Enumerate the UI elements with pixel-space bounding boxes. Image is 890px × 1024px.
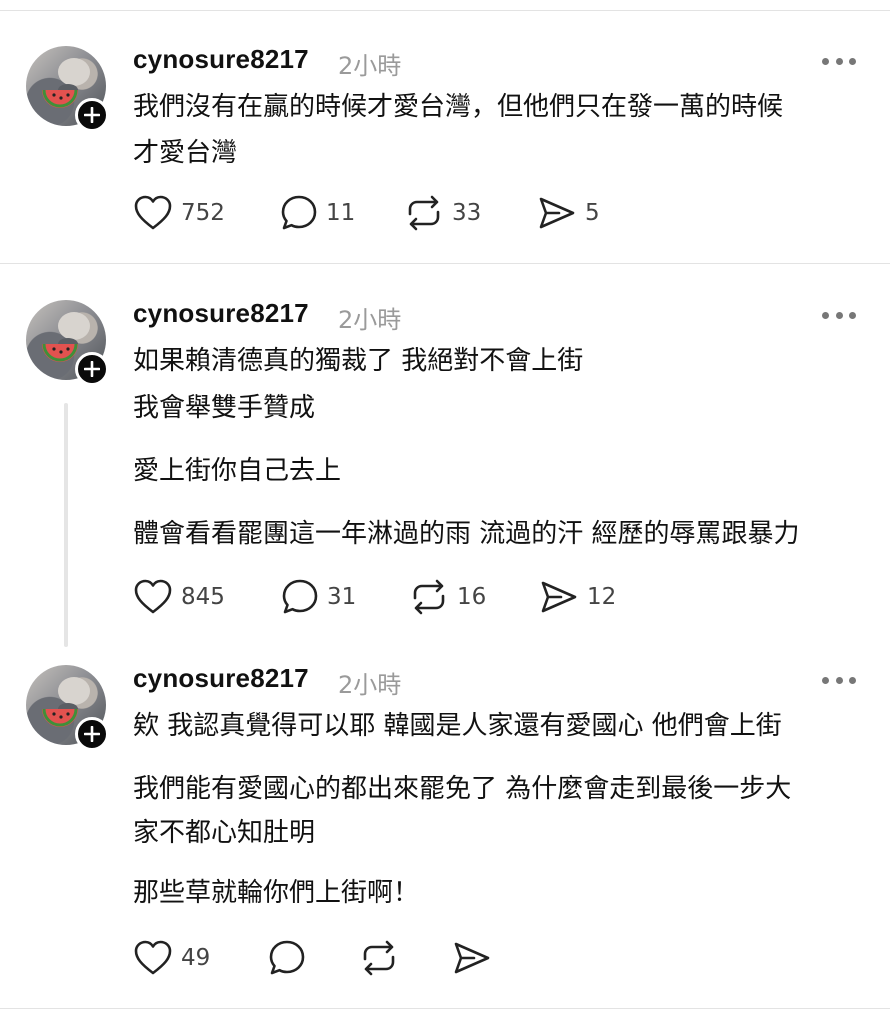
post-text-line: 我們沒有在贏的時候才愛台灣，但他們只在發一萬的時候 — [133, 92, 784, 122]
plus-icon — [84, 726, 100, 742]
repost-button[interactable]: 33 — [404, 194, 481, 232]
comment-icon — [269, 940, 305, 975]
share-count: 12 — [587, 584, 617, 610]
share-icon — [539, 197, 575, 229]
like-button[interactable]: 49 — [133, 939, 210, 977]
comment-button[interactable]: 31 — [281, 578, 356, 616]
repost-button[interactable] — [359, 939, 399, 977]
like-count: 845 — [181, 584, 225, 610]
comment-button[interactable]: 11 — [280, 194, 355, 232]
follow-button[interactable] — [75, 98, 109, 132]
heart-icon — [134, 195, 172, 230]
share-icon — [454, 942, 490, 974]
thread-line — [64, 403, 68, 647]
post-text-line: 家不都心知肚明 — [133, 818, 316, 848]
comment-count: 31 — [327, 584, 357, 610]
more-icon[interactable] — [822, 55, 856, 67]
comment-icon — [281, 195, 317, 230]
heart-icon — [134, 579, 172, 614]
comment-button[interactable] — [268, 939, 306, 977]
timestamp: 2小時 — [338, 52, 402, 80]
repost-icon — [413, 579, 445, 615]
username[interactable]: cynosure8217 — [133, 298, 309, 329]
username[interactable]: cynosure8217 — [133, 663, 309, 694]
share-count: 5 — [585, 200, 600, 226]
like-count: 49 — [181, 945, 211, 971]
heart-icon — [134, 940, 172, 975]
top-divider — [0, 10, 890, 11]
post-text-line: 我會舉雙手贊成 — [133, 393, 316, 423]
repost-icon — [363, 940, 395, 976]
like-button[interactable]: 845 — [133, 578, 225, 616]
share-button[interactable]: 5 — [537, 194, 600, 232]
repost-icon — [408, 195, 440, 231]
share-button[interactable] — [452, 939, 492, 977]
follow-button[interactable] — [75, 352, 109, 386]
timestamp: 2小時 — [338, 671, 402, 699]
repost-count: 16 — [457, 584, 487, 610]
comment-count: 11 — [326, 200, 356, 226]
post-text-line: 體會看看罷團這一年淋過的雨 流過的汗 經歷的辱罵跟暴力 — [133, 519, 800, 549]
comment-icon — [282, 579, 318, 614]
more-icon[interactable] — [822, 309, 856, 321]
post-text-line: 愛上街你自己去上 — [133, 456, 342, 486]
post-text-line: 我們能有愛國心的都出來罷免了 為什麼會走到最後一步大 — [133, 774, 792, 804]
repost-button[interactable]: 16 — [409, 578, 486, 616]
post-text-line: 才愛台灣 — [133, 138, 238, 168]
timestamp: 2小時 — [338, 306, 402, 334]
plus-icon — [84, 107, 100, 123]
like-count: 752 — [181, 200, 225, 226]
repost-count: 33 — [452, 200, 482, 226]
share-button[interactable]: 12 — [539, 578, 616, 616]
more-icon[interactable] — [822, 674, 856, 686]
share-icon — [541, 581, 577, 613]
post-divider — [0, 263, 890, 264]
post-text-line: 那些草就輪你們上街啊！ — [133, 878, 420, 908]
post-text-line: 欸 我認真覺得可以耶 韓國是人家還有愛國心 他們會上街 — [133, 711, 782, 741]
username[interactable]: cynosure8217 — [133, 44, 309, 75]
plus-icon — [84, 361, 100, 377]
bottom-divider — [0, 1008, 890, 1009]
post-text-line: 如果賴清德真的獨裁了 我絕對不會上街 — [133, 346, 584, 376]
follow-button[interactable] — [75, 717, 109, 751]
like-button[interactable]: 752 — [133, 194, 225, 232]
